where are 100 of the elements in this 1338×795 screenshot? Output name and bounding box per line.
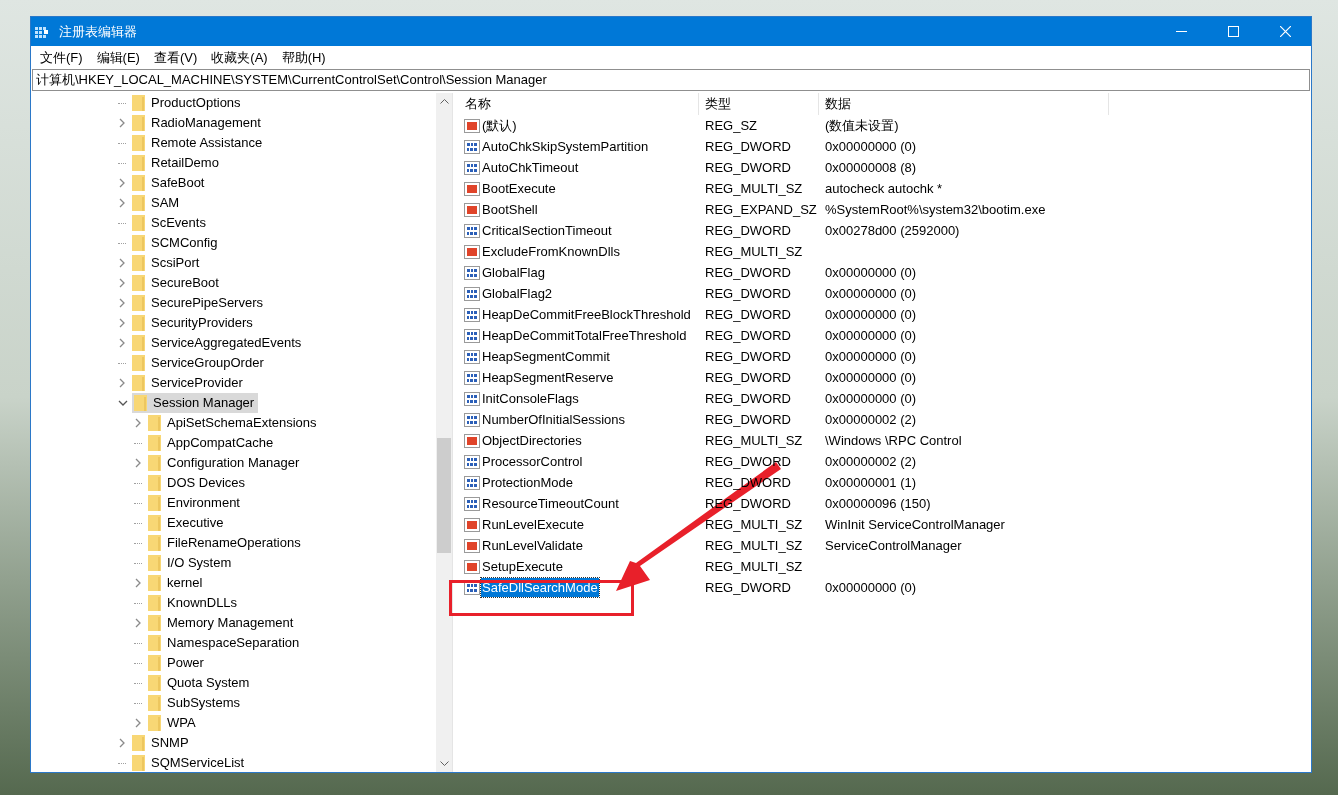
tree-item[interactable]: Session Manager (132, 393, 259, 413)
tree-item[interactable]: kernel (146, 573, 207, 593)
value-name[interactable]: BootShell (481, 199, 539, 220)
value-name[interactable]: GlobalFlag2 (481, 283, 554, 304)
tree-item[interactable]: SubSystems (146, 693, 244, 713)
tree-item[interactable]: SecurityProviders (130, 313, 257, 333)
chevron-right-icon[interactable] (118, 378, 126, 388)
value-name[interactable]: ExcludeFromKnownDlls (481, 241, 621, 262)
value-data: 0x00000000 (0) (825, 138, 917, 154)
folder-icon (148, 695, 161, 711)
value-name[interactable]: SafeDllSearchMode (481, 577, 599, 598)
value-data: 0x00000002 (2) (825, 411, 917, 427)
value-name[interactable]: ResourceTimeoutCount (481, 493, 620, 514)
scroll-up-icon[interactable] (439, 99, 449, 104)
tree-item[interactable]: FileRenameOperations (146, 533, 305, 553)
tree-item[interactable]: SQMServiceList (130, 753, 249, 772)
value-data: 0x00000000 (0) (825, 579, 917, 595)
value-name[interactable]: AutoChkSkipSystemPartition (481, 136, 650, 157)
menu-item[interactable]: 编辑(E) (89, 46, 147, 69)
chevron-right-icon[interactable] (134, 418, 142, 428)
tree-item[interactable]: SecurePipeServers (130, 293, 267, 313)
tree-item[interactable]: ServiceProvider (130, 373, 247, 393)
binary-value-icon (464, 327, 480, 344)
tree-item[interactable]: SCMConfig (130, 233, 222, 253)
value-data: WinInit ServiceControlManager (825, 516, 1005, 532)
binary-value-icon (464, 222, 480, 239)
value-name[interactable]: HeapSegmentCommit (481, 346, 611, 367)
chevron-right-icon[interactable] (118, 738, 126, 748)
tree-item[interactable]: ProductOptions (130, 93, 245, 113)
tree-item[interactable]: WPA (146, 713, 200, 733)
chevron-right-icon[interactable] (134, 578, 142, 588)
tree-item[interactable]: Power (146, 653, 208, 673)
chevron-right-icon[interactable] (118, 258, 126, 268)
value-name[interactable]: HeapDeCommitFreeBlockThreshold (481, 304, 692, 325)
value-name[interactable]: CriticalSectionTimeout (481, 220, 613, 241)
tree-item[interactable]: Executive (146, 513, 228, 533)
tree-item[interactable]: RadioManagement (130, 113, 265, 133)
binary-value-icon (464, 495, 480, 512)
tree-item[interactable]: Environment (146, 493, 244, 513)
tree-item[interactable]: SafeBoot (130, 173, 209, 193)
tree-item[interactable]: SecureBoot (130, 273, 223, 293)
address-bar[interactable]: 计算机\HKEY_LOCAL_MACHINE\SYSTEM\CurrentControlSet\Control\Session Manager (32, 69, 1310, 91)
tree-item[interactable]: RetailDemo (130, 153, 223, 173)
tree-item[interactable]: ScsiPort (130, 253, 204, 273)
tree-item[interactable]: Remote Assistance (130, 133, 267, 153)
chevron-right-icon[interactable] (134, 458, 142, 468)
value-name[interactable]: ProtectionMode (481, 472, 575, 493)
value-name[interactable]: (默认) (481, 115, 518, 136)
menu-item[interactable]: 帮助(H) (274, 46, 333, 69)
value-name[interactable]: GlobalFlag (481, 262, 546, 283)
chevron-right-icon[interactable] (134, 718, 142, 728)
tree-item[interactable]: I/O System (146, 553, 236, 573)
chevron-right-icon[interactable] (118, 278, 126, 288)
value-name[interactable]: ProcessorControl (481, 451, 584, 472)
menu-item[interactable]: 收藏夹(A) (204, 46, 275, 69)
value-data: 0x00000000 (0) (825, 306, 917, 322)
value-type: REG_DWORD (705, 327, 791, 343)
tree-item[interactable]: Memory Management (146, 613, 298, 633)
folder-icon (132, 195, 145, 211)
column-header[interactable]: 类型 (699, 93, 819, 115)
tree-item[interactable]: Quota System (146, 673, 254, 693)
tree-item[interactable]: NamespaceSeparation (146, 633, 304, 653)
column-header[interactable]: 名称 (459, 93, 699, 115)
value-name[interactable]: InitConsoleFlags (481, 388, 580, 409)
value-name[interactable]: HeapDeCommitTotalFreeThreshold (481, 325, 688, 346)
tree-item[interactable]: SNMP (130, 733, 193, 753)
tree-item[interactable]: KnownDLLs (146, 593, 242, 613)
chevron-right-icon[interactable] (118, 118, 126, 128)
scroll-down-icon[interactable] (439, 761, 449, 766)
chevron-down-icon[interactable] (118, 399, 128, 407)
chevron-right-icon[interactable] (118, 318, 126, 328)
value-name[interactable]: RunLevelExecute (481, 514, 585, 535)
menu-item[interactable]: 查看(V) (146, 46, 205, 69)
tree-item[interactable]: Configuration Manager (146, 453, 304, 473)
value-name[interactable]: ObjectDirectories (481, 430, 583, 451)
chevron-right-icon[interactable] (134, 618, 142, 628)
tree-item-label: Executive (167, 514, 224, 533)
scrollbar-thumb[interactable] (437, 438, 451, 553)
tree-item[interactable]: DOS Devices (146, 473, 250, 493)
tree-item[interactable]: ServiceGroupOrder (130, 353, 268, 373)
menu-item[interactable]: 文件(F) (33, 46, 90, 69)
value-name[interactable]: BootExecute (481, 178, 557, 199)
tree-item[interactable]: ServiceAggregatedEvents (130, 333, 306, 353)
chevron-right-icon[interactable] (118, 298, 126, 308)
tree-item[interactable]: ScEvents (130, 213, 210, 233)
value-name[interactable]: SetupExecute (481, 556, 564, 577)
value-name[interactable]: AutoChkTimeout (481, 157, 580, 178)
value-type: REG_MULTI_SZ (705, 516, 803, 532)
value-name[interactable]: NumberOfInitialSessions (481, 409, 627, 430)
scrollbar[interactable] (436, 93, 452, 772)
column-header[interactable]: 数据 (819, 93, 1109, 115)
value-name[interactable]: HeapSegmentReserve (481, 367, 615, 388)
tree-item[interactable]: AppCompatCache (146, 433, 278, 453)
tree-item[interactable]: SAM (130, 193, 184, 213)
value-name[interactable]: RunLevelValidate (481, 535, 584, 556)
tree-item-label: ServiceAggregatedEvents (151, 334, 302, 353)
chevron-right-icon[interactable] (118, 198, 126, 208)
chevron-right-icon[interactable] (118, 178, 126, 188)
chevron-right-icon[interactable] (118, 338, 126, 348)
tree-item[interactable]: ApiSetSchemaExtensions (146, 413, 321, 433)
